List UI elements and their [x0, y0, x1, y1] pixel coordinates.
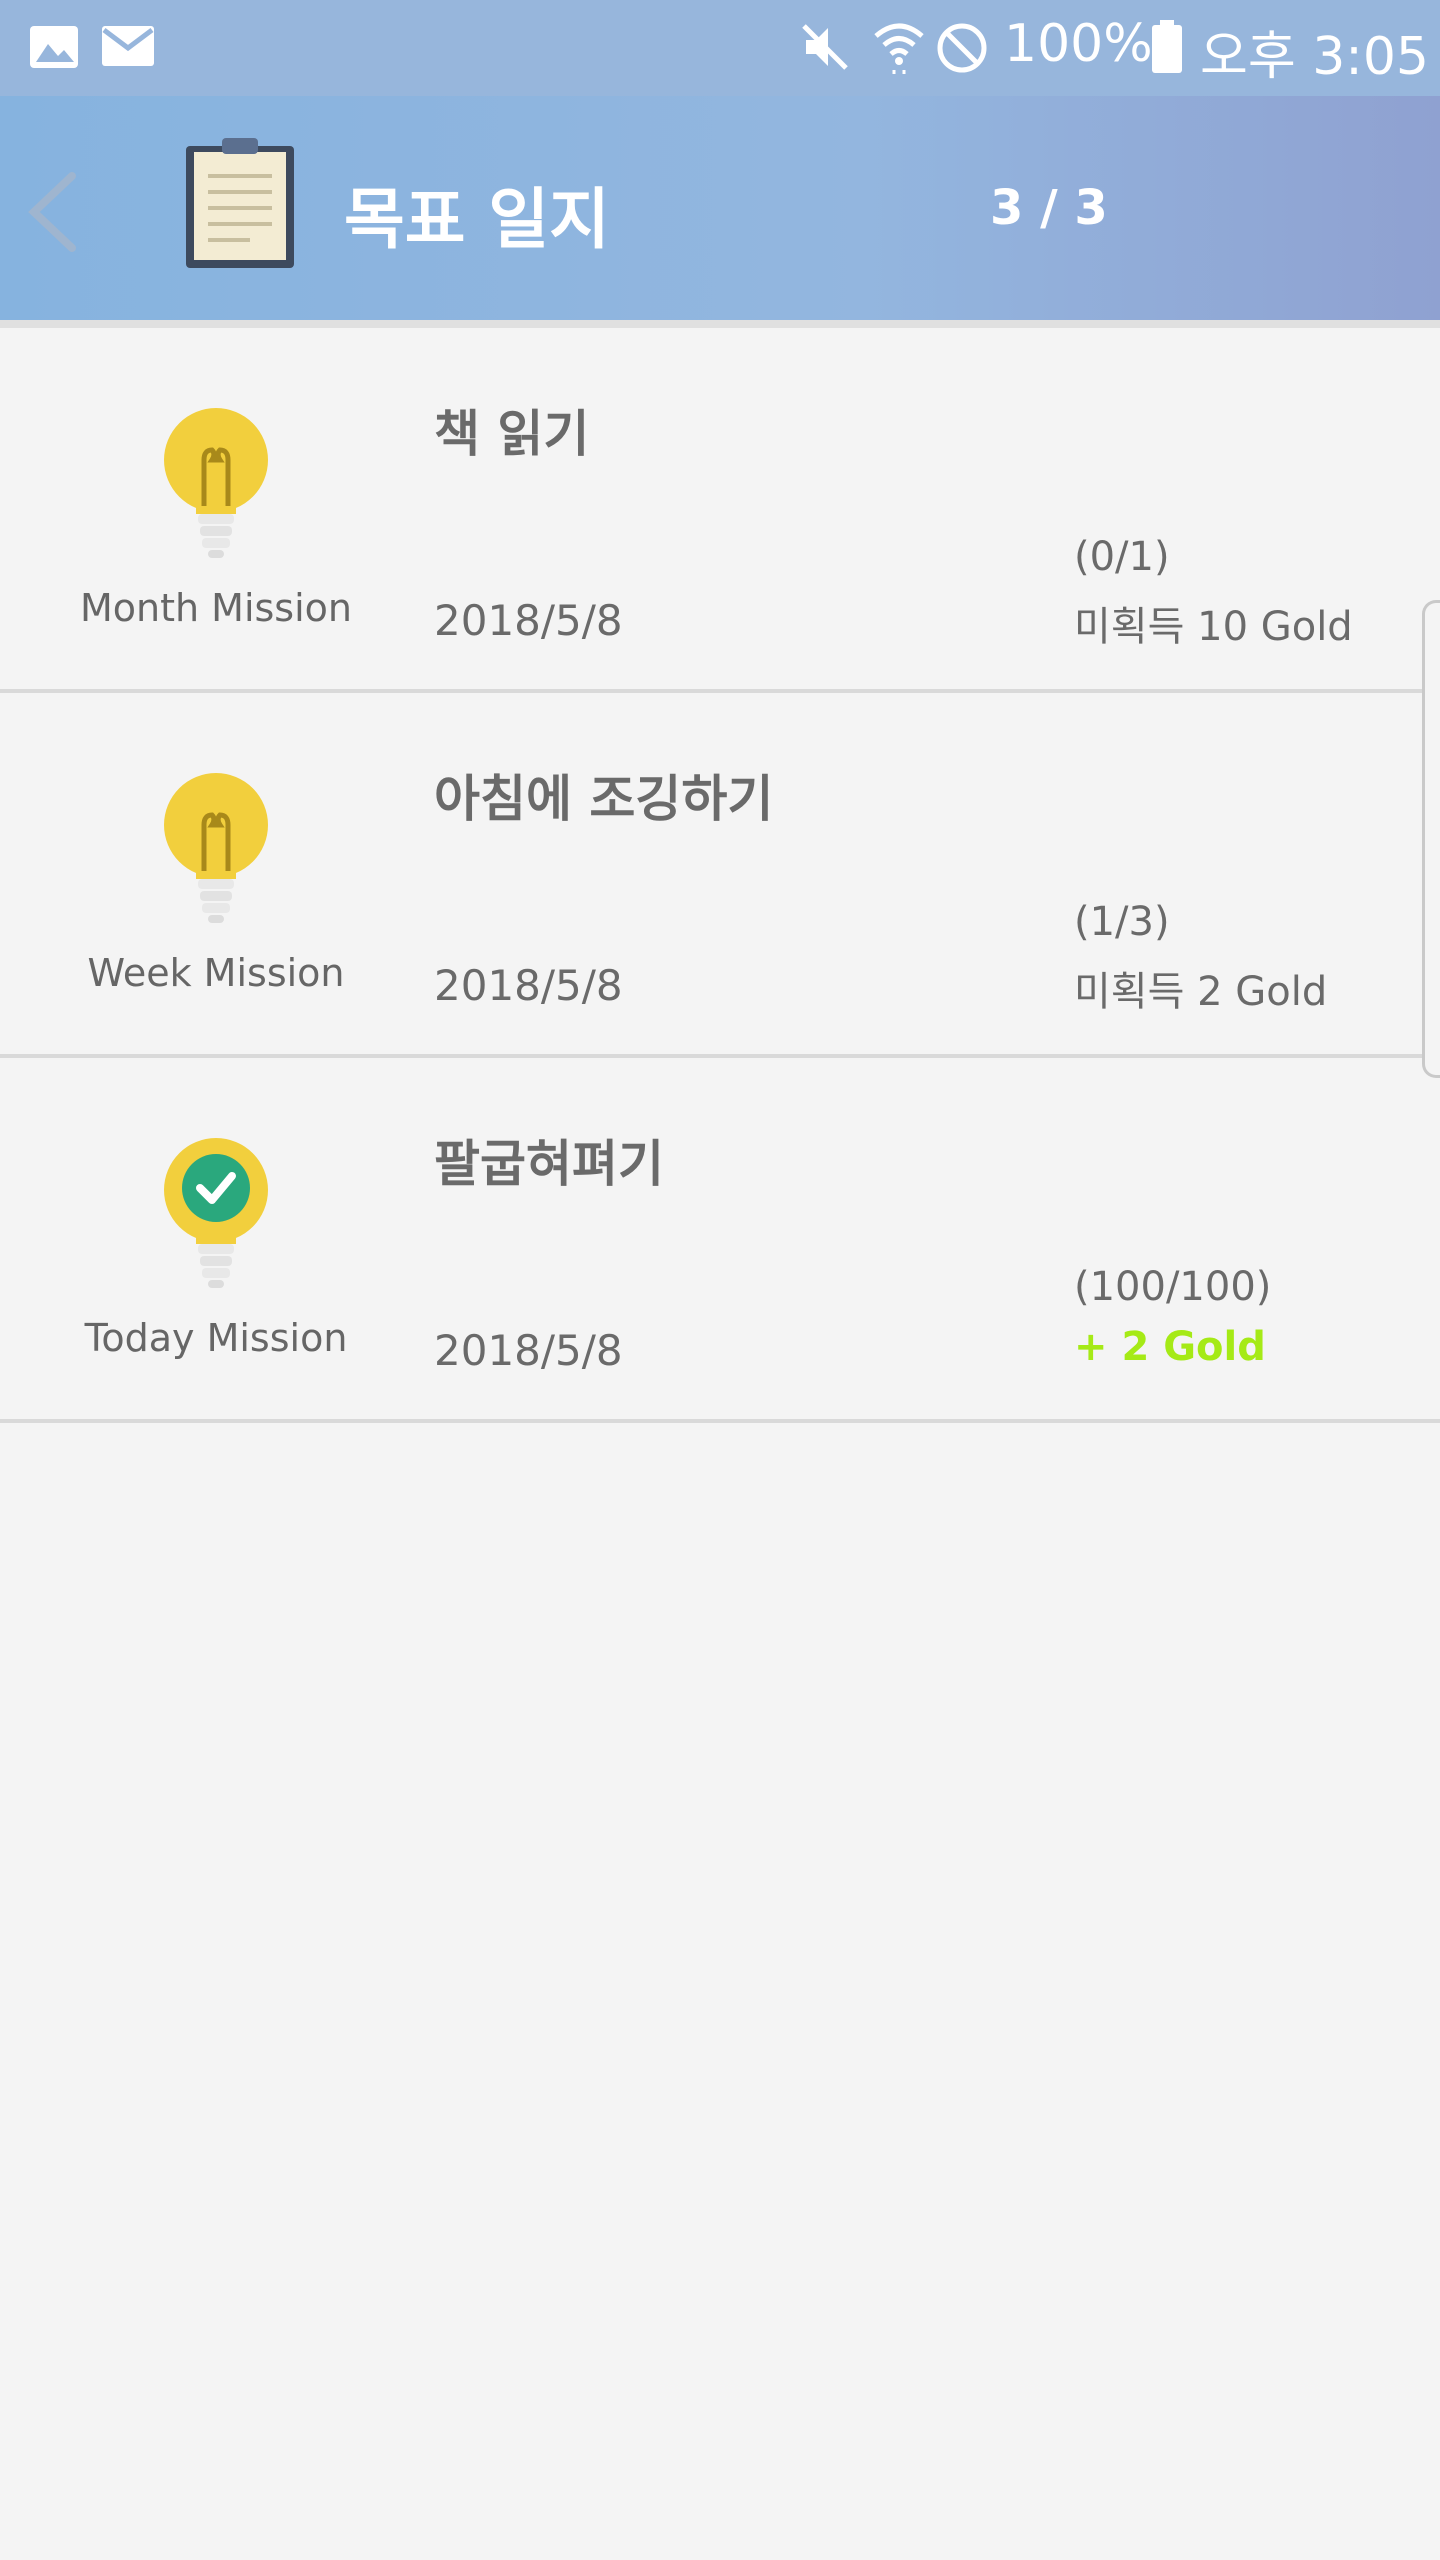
clock: 오후 3:05	[1200, 27, 1429, 87]
battery-icon	[1152, 20, 1182, 73]
mission-reward-earned: + 2 Gold	[1074, 1324, 1266, 1370]
mute-icon	[802, 24, 848, 70]
block-icon	[937, 23, 987, 73]
edge-panel-handle[interactable]	[1422, 600, 1440, 1078]
mission-row[interactable]: Today Mission 팔굽혀펴기 2018/5/8 (100/100) +…	[0, 1058, 1440, 1423]
mission-progress: (1/3)	[1074, 899, 1170, 945]
mission-date: 2018/5/8	[434, 1326, 623, 1375]
mission-row[interactable]: Month Mission 책 읽기 2018/5/8 (0/1) 미획득 10…	[0, 328, 1440, 693]
mission-date: 2018/5/8	[434, 961, 623, 1010]
chevron-left-icon[interactable]	[20, 162, 90, 262]
mission-reward: 미획득 2 Gold	[1074, 969, 1328, 1015]
mail-icon	[102, 26, 154, 66]
lightbulb-icon	[164, 773, 268, 923]
mission-title: 책 읽기	[434, 405, 590, 463]
lightbulb-icon	[164, 408, 268, 558]
mission-reward: 미획득 10 Gold	[1074, 604, 1353, 650]
app-bar: 목표 일지 3 / 3	[0, 96, 1440, 320]
image-icon	[30, 26, 78, 68]
mission-type: Month Mission	[79, 586, 352, 630]
page-title: 목표 일지	[344, 181, 610, 258]
mission-type: Week Mission	[87, 951, 345, 995]
completed-lightbulb-icon	[164, 1138, 268, 1288]
wifi-icon	[874, 23, 924, 74]
mission-type: Today Mission	[84, 1316, 348, 1360]
mission-title: 아침에 조깅하기	[434, 770, 774, 828]
page-indicator: 3 / 3	[990, 180, 1108, 236]
header-divider	[0, 320, 1440, 328]
mission-date: 2018/5/8	[434, 596, 623, 645]
mission-row[interactable]: Week Mission 아침에 조깅하기 2018/5/8 (1/3) 미획득…	[0, 693, 1440, 1058]
mission-title: 팔굽혀펴기	[434, 1135, 664, 1193]
mission-progress: (0/1)	[1074, 534, 1170, 580]
mission-progress: (100/100)	[1074, 1264, 1272, 1310]
battery-percent: 100%	[1004, 14, 1153, 74]
clipboard-icon	[186, 138, 294, 268]
status-bar: 100% 오후 3:05	[0, 0, 1440, 96]
